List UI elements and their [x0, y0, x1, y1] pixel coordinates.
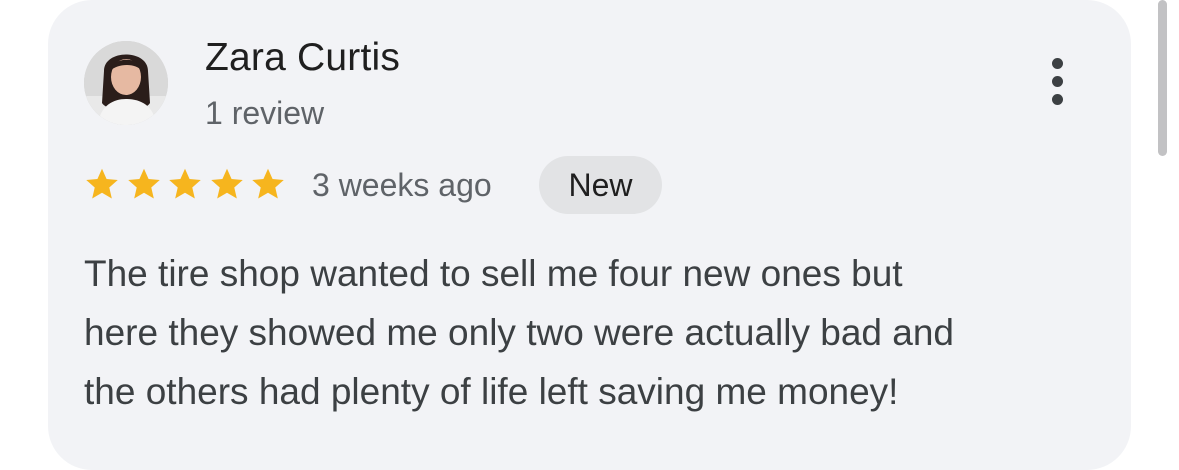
- star-icon: [210, 168, 243, 199]
- more-vertical-icon[interactable]: [1040, 54, 1076, 110]
- profile-photo: [84, 41, 168, 125]
- star-rating: [84, 166, 292, 202]
- menu-dot: [1052, 58, 1063, 69]
- menu-dot: [1052, 94, 1063, 105]
- review-text-line: The tire shop wanted to sell me four new…: [84, 253, 903, 294]
- reviewer-name[interactable]: Zara Curtis: [205, 36, 400, 80]
- avatar[interactable]: [84, 41, 168, 125]
- review-text-line: the others had plenty of life left savin…: [84, 371, 899, 412]
- review-text-line: here they showed me only two were actual…: [84, 312, 955, 353]
- menu-dot: [1052, 76, 1063, 87]
- review-timestamp: 3 weeks ago: [312, 167, 492, 203]
- star-icon: [127, 168, 160, 199]
- star-icon: [86, 168, 118, 199]
- scrollbar[interactable]: [1158, 0, 1167, 156]
- review-text: The tire shop wanted to sell me four new…: [84, 244, 1104, 421]
- reviewer-review-count: 1 review: [205, 95, 325, 131]
- star-icon: [252, 168, 284, 199]
- new-badge: New: [539, 156, 662, 214]
- star-icon: [169, 168, 201, 199]
